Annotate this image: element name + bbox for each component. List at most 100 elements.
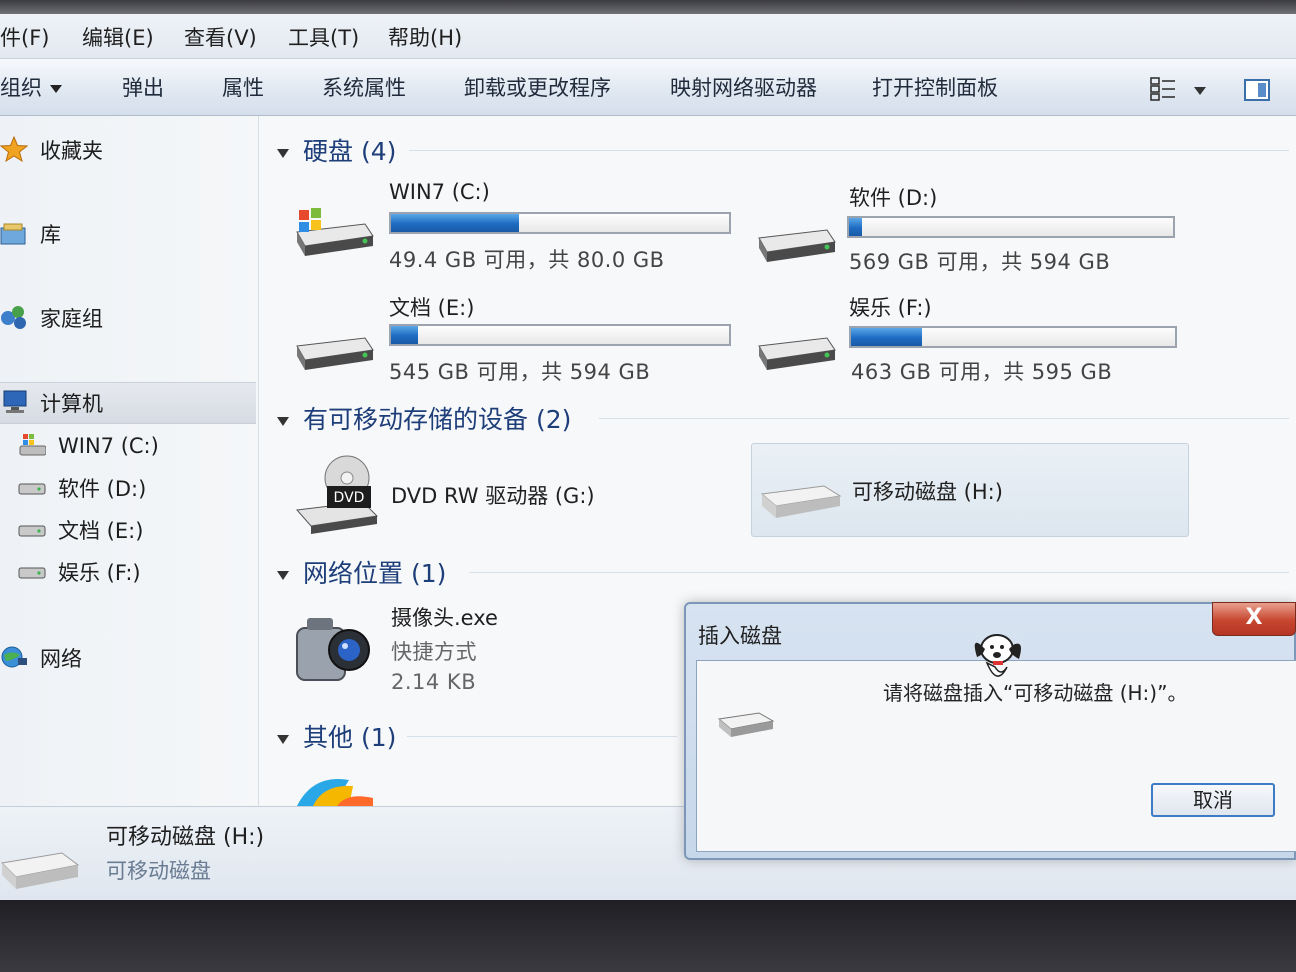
nav-favorites-label: 收藏夹 — [40, 139, 103, 163]
usage-fill-f — [851, 328, 923, 346]
usage-fill-c — [391, 214, 520, 232]
video-app-icon — [297, 779, 373, 806]
drive-tile-f[interactable]: 娱乐 (F:) 463 GB 可用，共 595 GB — [753, 288, 1213, 388]
network-icon — [1, 646, 27, 668]
collapse-triangle-icon[interactable] — [277, 416, 289, 426]
map-network-drive-button[interactable]: 映射网络驱动器 — [670, 72, 817, 102]
drive-tile-d[interactable]: 软件 (D:) 569 GB 可用，共 594 GB — [753, 178, 1213, 278]
network-shortcut-tile[interactable]: 摄像头.exe 快捷方式 2.14 KB — [289, 602, 649, 702]
system-drive-icon — [296, 208, 374, 256]
drive-name-c: WIN7 (C:) — [389, 180, 490, 204]
nav-drive-c[interactable]: WIN7 (C:) — [0, 426, 256, 466]
hard-drive-icon — [18, 567, 46, 579]
drive-free-f: 463 GB 可用，共 595 GB — [851, 360, 1113, 384]
menu-tools[interactable]: 工具(T) — [288, 22, 359, 52]
monitor-bezel — [0, 0, 1296, 14]
nav-libraries[interactable]: 库 — [0, 214, 256, 254]
group-divider — [469, 572, 1289, 573]
removable-disk-name: 可移动磁盘 (H:) — [852, 480, 1003, 504]
dvd-badge: DVD — [334, 490, 365, 506]
nav-homegroup[interactable]: 家庭组 — [0, 298, 256, 338]
nav-network-label: 网络 — [40, 647, 82, 671]
explorer-window: 件(F) 编辑(E) 查看(V) 工具(T) 帮助(H) 组织 弹出 属性 系统… — [0, 0, 1296, 900]
dvd-drive-name: DVD RW 驱动器 (G:) — [391, 484, 595, 508]
usb-drive-icon — [717, 712, 775, 737]
collapse-triangle-icon[interactable] — [277, 734, 289, 744]
shortcut-name: 摄像头.exe — [391, 606, 498, 630]
collapse-triangle-icon[interactable] — [277, 148, 289, 158]
details-name: 可移动磁盘 (H:) — [106, 825, 265, 850]
organize-button[interactable]: 组织 — [0, 72, 62, 102]
group-removable[interactable]: 有可移动存储的设备 (2) — [277, 400, 571, 436]
drive-free-d: 569 GB 可用，共 594 GB — [849, 250, 1111, 274]
group-network-locations[interactable]: 网络位置 (1) — [277, 554, 446, 590]
group-hard-disks-label: 硬盘 (4) — [303, 137, 397, 166]
group-divider — [407, 736, 677, 737]
group-other[interactable]: 其他 (1) — [277, 718, 396, 754]
usb-drive-icon — [760, 485, 842, 518]
drive-tile-c[interactable]: WIN7 (C:) 49.4 GB 可用，共 80.0 GB — [289, 176, 749, 276]
group-network-label: 网络位置 (1) — [303, 559, 447, 588]
menu-bar: 件(F) 编辑(E) 查看(V) 工具(T) 帮助(H) — [0, 14, 1296, 59]
cancel-button[interactable]: 取消 — [1151, 783, 1275, 817]
nav-drive-f-label: 娱乐 (F:) — [58, 561, 141, 585]
hard-drive-icon — [18, 525, 46, 537]
usage-bar-f — [849, 326, 1177, 348]
shortcut-size: 2.14 KB — [391, 670, 477, 694]
open-control-panel-button[interactable]: 打开控制面板 — [872, 72, 998, 102]
nav-libraries-label: 库 — [40, 223, 61, 247]
system-drive-icon — [19, 434, 46, 456]
nav-drive-e[interactable]: 文档 (E:) — [0, 510, 256, 550]
menu-help[interactable]: 帮助(H) — [388, 22, 462, 52]
dialog-title: 插入磁盘 — [698, 624, 782, 648]
group-removable-label: 有可移动存储的设备 (2) — [303, 405, 572, 434]
group-hard-disks[interactable]: 硬盘 (4) — [277, 132, 396, 168]
computer-icon — [3, 390, 27, 413]
drive-name-f: 娱乐 (F:) — [849, 296, 932, 320]
usage-fill-e — [391, 326, 419, 344]
organize-label: 组织 — [0, 76, 42, 100]
group-divider — [409, 150, 1289, 151]
nav-drive-f[interactable]: 娱乐 (F:) — [0, 552, 256, 592]
drive-tile-e[interactable]: 文档 (E:) 545 GB 可用，共 594 GB — [289, 288, 749, 388]
details-type: 可移动磁盘 — [106, 859, 211, 883]
nav-computer-label: 计算机 — [40, 392, 103, 416]
nav-favorites[interactable]: 收藏夹 — [0, 130, 256, 170]
nav-drive-d[interactable]: 软件 (D:) — [0, 468, 256, 508]
homegroup-icon — [1, 306, 26, 329]
menu-view[interactable]: 查看(V) — [184, 22, 257, 52]
group-divider — [599, 418, 1289, 419]
drive-free-e: 545 GB 可用，共 594 GB — [389, 360, 651, 384]
camera-icon — [296, 618, 370, 681]
insert-disk-dialog: 插入磁盘 X 请将磁盘插入“可移动磁盘 (H:)”。 取消 — [684, 602, 1296, 860]
navigation-pane: 收藏夹 库 家庭组 计算机 WIN7 (C:) 软件 (D:) 文档 (E:) … — [0, 116, 259, 806]
dvd-drive-tile[interactable]: DVD DVD RW 驱动器 (G:) — [289, 448, 709, 538]
view-options-arrow-icon[interactable] — [1194, 87, 1206, 95]
usage-bar-c — [389, 212, 731, 234]
hard-drive-icon — [758, 229, 836, 262]
eject-button[interactable]: 弹出 — [122, 72, 164, 102]
drive-name-e: 文档 (E:) — [389, 296, 475, 320]
system-properties-button[interactable]: 系统属性 — [322, 72, 406, 102]
dialog-close-button[interactable]: X — [1212, 602, 1296, 636]
menu-edit[interactable]: 编辑(E) — [82, 22, 154, 52]
monitor-bezel-bottom — [0, 900, 1296, 972]
drive-free-c: 49.4 GB 可用，共 80.0 GB — [389, 248, 665, 272]
removable-disk-tile[interactable]: 可移动磁盘 (H:) — [751, 443, 1189, 537]
menu-file[interactable]: 件(F) — [0, 22, 49, 52]
drive-name-d: 软件 (D:) — [849, 186, 938, 210]
change-view-icon[interactable] — [1150, 77, 1176, 101]
hard-drive-icon — [758, 337, 836, 370]
nav-computer[interactable]: 计算机 — [0, 382, 256, 424]
dialog-body: 请将磁盘插入“可移动磁盘 (H:)”。 取消 — [696, 634, 1296, 852]
dvd-drive-icon: DVD — [296, 455, 379, 534]
hard-drive-icon — [18, 483, 46, 495]
nav-homegroup-label: 家庭组 — [40, 307, 103, 331]
uninstall-program-button[interactable]: 卸载或更改程序 — [464, 72, 611, 102]
properties-button[interactable]: 属性 — [222, 72, 264, 102]
preview-pane-icon[interactable] — [1244, 79, 1270, 101]
collapse-triangle-icon[interactable] — [277, 570, 289, 580]
command-bar: 组织 弹出 属性 系统属性 卸载或更改程序 映射网络驱动器 打开控制面板 — [0, 59, 1296, 116]
usb-drive-icon — [0, 852, 80, 889]
nav-network[interactable]: 网络 — [0, 638, 256, 678]
